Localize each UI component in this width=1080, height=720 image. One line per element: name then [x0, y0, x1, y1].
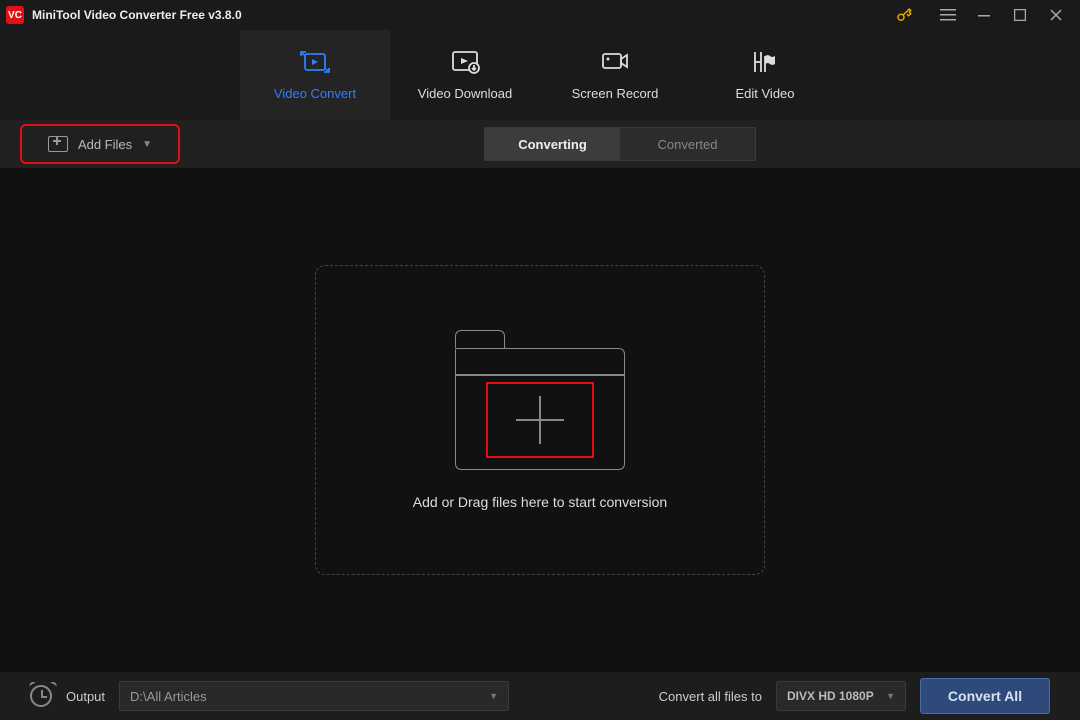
add-files-button[interactable]: Add Files ▼: [20, 124, 180, 164]
subtab-group: Converting Converted: [484, 127, 756, 161]
add-file-icon: [48, 136, 68, 152]
output-label: Output: [66, 689, 105, 704]
close-icon[interactable]: [1038, 0, 1074, 30]
tab-edit-video[interactable]: Edit Video: [690, 30, 840, 120]
output-path-value: D:\All Articles: [130, 689, 207, 704]
main-nav: Video Convert Video Download Screen Reco…: [0, 30, 1080, 120]
toolbar: Add Files ▼ Converting Converted: [0, 120, 1080, 168]
tab-screen-record[interactable]: Screen Record: [540, 30, 690, 120]
dropzone[interactable]: Add or Drag files here to start conversi…: [315, 265, 765, 575]
menu-icon[interactable]: [930, 0, 966, 30]
folder-icon: [455, 330, 625, 470]
tab-video-download[interactable]: Video Download: [390, 30, 540, 120]
convert-all-button[interactable]: Convert All: [920, 678, 1050, 714]
output-path-select[interactable]: D:\All Articles ▼: [119, 681, 509, 711]
subtab-converted[interactable]: Converted: [620, 128, 755, 160]
dropzone-message: Add or Drag files here to start conversi…: [413, 494, 667, 510]
footer: Output D:\All Articles ▼ Convert all fil…: [0, 672, 1080, 720]
upgrade-key-icon[interactable]: [886, 0, 922, 30]
download-icon: [449, 50, 481, 74]
tab-label: Video Convert: [274, 86, 356, 101]
tab-label: Edit Video: [735, 86, 794, 101]
chevron-down-icon: ▼: [142, 139, 152, 150]
add-plus-highlight: [486, 382, 594, 458]
main-area: Add or Drag files here to start conversi…: [0, 168, 1080, 672]
edit-icon: [749, 50, 781, 74]
format-value: DIVX HD 1080P: [787, 689, 874, 703]
app-logo: VC: [6, 6, 24, 24]
convert-to-label: Convert all files to: [659, 689, 762, 704]
subtab-converting[interactable]: Converting: [485, 128, 620, 160]
scheduler-icon[interactable]: [30, 685, 52, 707]
tab-video-convert[interactable]: Video Convert: [240, 30, 390, 120]
maximize-icon[interactable]: [1002, 0, 1038, 30]
chevron-down-icon: ▼: [489, 691, 498, 701]
chevron-down-icon: ▼: [886, 691, 895, 701]
convert-icon: [299, 50, 331, 74]
tab-label: Video Download: [418, 86, 512, 101]
plus-icon: [516, 396, 564, 444]
minimize-icon[interactable]: [966, 0, 1002, 30]
add-files-label: Add Files: [78, 137, 132, 152]
record-icon: [599, 50, 631, 74]
titlebar: VC MiniTool Video Converter Free v3.8.0: [0, 0, 1080, 30]
tab-label: Screen Record: [572, 86, 659, 101]
output-format-select[interactable]: DIVX HD 1080P ▼: [776, 681, 906, 711]
app-title: MiniTool Video Converter Free v3.8.0: [32, 8, 242, 22]
